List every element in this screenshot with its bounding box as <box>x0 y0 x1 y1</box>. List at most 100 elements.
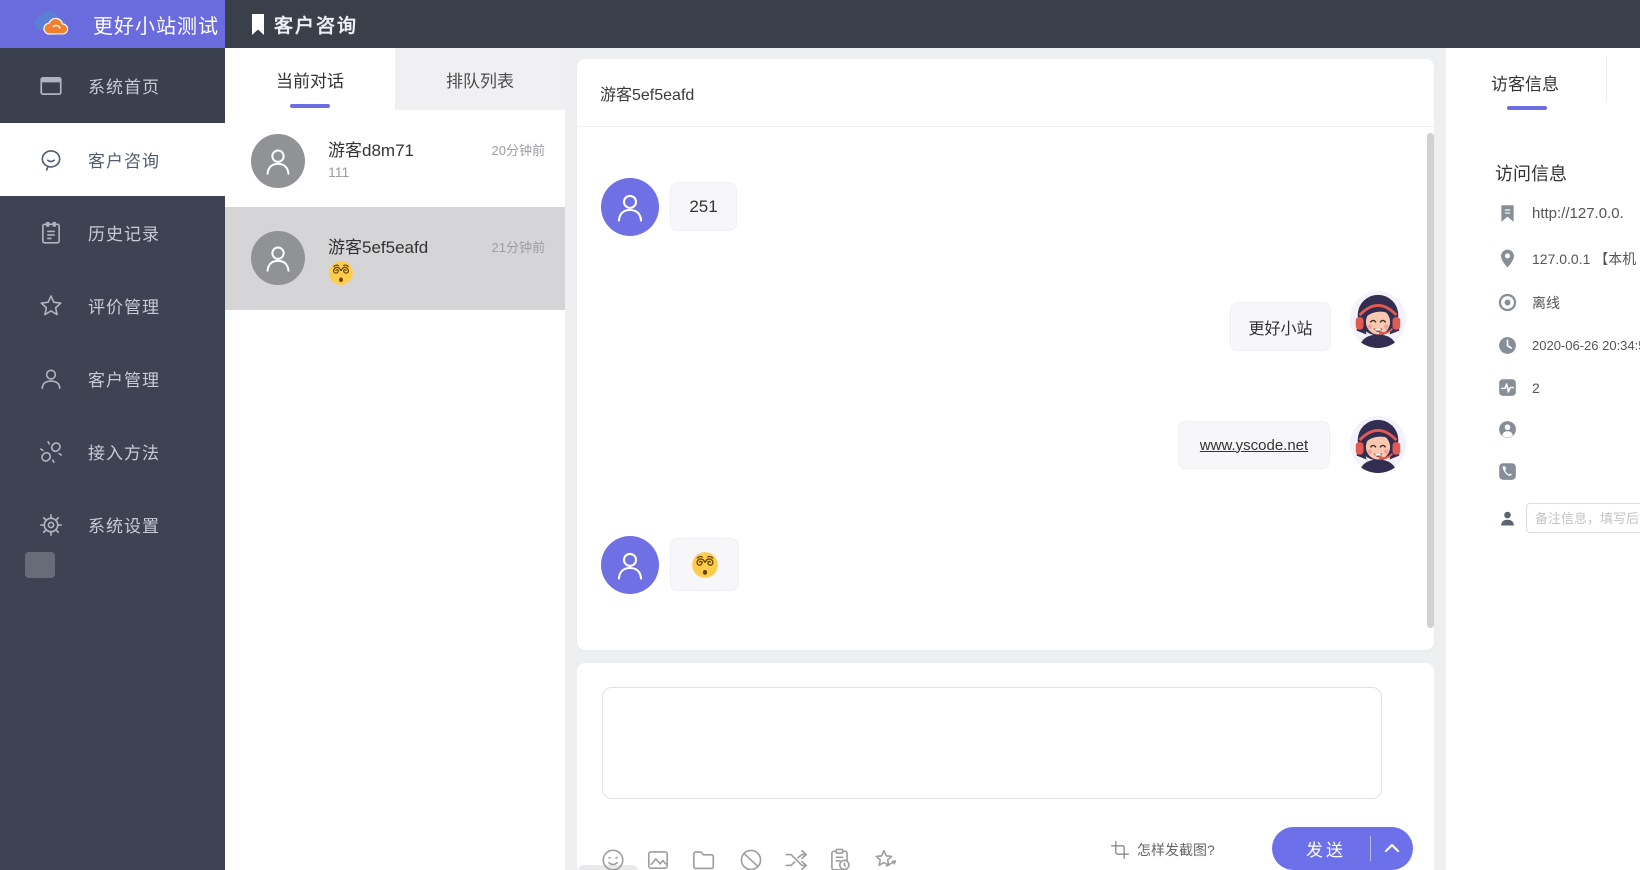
user-circle-icon <box>1497 419 1518 440</box>
chat-scrollbar[interactable] <box>1427 133 1434 628</box>
visit-info-row-url: http://127.0.0. <box>1497 203 1624 224</box>
crop-icon <box>1111 841 1129 859</box>
transfer-icon[interactable] <box>783 847 809 870</box>
send-button-label: 发送 <box>1306 841 1346 860</box>
app-logo-text: 更好小站测试 <box>93 15 219 38</box>
sidebar-item-label: 接入方法 <box>88 444 160 463</box>
star-icon <box>38 293 64 319</box>
visit-time-value: 2020-06-26 20:34:5 <box>1532 338 1640 353</box>
rate-icon[interactable] <box>872 847 898 870</box>
conversation-item[interactable]: 游客d8m71 20分钟前 111 <box>225 110 565 207</box>
conversation-time: 21分钟前 <box>491 240 545 255</box>
composer-card: 怎样发截图? 发送 <box>577 663 1434 870</box>
visitor-name: 游客d8m71 <box>328 141 414 160</box>
chevron-up-icon[interactable] <box>1382 841 1402 855</box>
chat-history-icon[interactable] <box>827 847 853 870</box>
message-input[interactable] <box>602 687 1382 799</box>
conversation-preview: 111 <box>328 164 350 180</box>
message-text: 更好小站 <box>1248 320 1313 338</box>
tab-queue-list[interactable]: 排队列表 <box>395 48 565 110</box>
visitor-info-panel: 访客信息 访问信息 http://127.0.0. 127.0.0.1 【本机 … <box>1446 48 1640 870</box>
visitor-message-avatar <box>601 536 659 594</box>
tab-current-conversations[interactable]: 当前对话 <box>225 48 395 110</box>
link-icon <box>38 439 64 465</box>
sidebar-item-customers[interactable]: 客户管理 <box>0 342 225 415</box>
location-icon <box>1497 248 1518 269</box>
message-bubble <box>670 538 739 591</box>
chat-bubble-icon <box>38 147 64 173</box>
emoji-icon[interactable] <box>600 847 626 870</box>
top-bar: 更好小站测试 客户咨询 <box>0 0 1640 48</box>
agent-avatar <box>1349 415 1407 473</box>
visitor-name: 游客5ef5eafd <box>328 238 429 257</box>
message-bubble: 更好小站 <box>1230 302 1331 351</box>
tab-label: 当前对话 <box>276 71 344 91</box>
message-bubble: www.yscode.net <box>1178 421 1330 469</box>
active-tab-underline <box>1507 106 1547 110</box>
dizzy-face-emoji <box>691 551 719 579</box>
image-icon[interactable] <box>645 847 671 870</box>
conversation-item-selected[interactable]: 游客5ef5eafd 21分钟前 <box>225 207 565 310</box>
logo-block: 更好小站测试 <box>0 0 225 48</box>
bookmark-icon <box>1497 203 1518 224</box>
visit-ip-value: 127.0.0.1 【本机 <box>1532 250 1637 267</box>
sidebar-item-integration[interactable]: 接入方法 <box>0 415 225 488</box>
message-text: 251 <box>689 196 718 216</box>
remark-input[interactable] <box>1526 503 1640 533</box>
tab-visitor-info[interactable]: 访客信息 <box>1491 70 1559 95</box>
bookmark-title-icon <box>252 13 264 35</box>
tab-label: 排队列表 <box>446 71 514 91</box>
remark-user-icon <box>1501 511 1514 525</box>
phone-icon <box>1497 461 1518 482</box>
user-icon <box>38 366 64 392</box>
sidebar-collapse-handle[interactable] <box>25 552 55 578</box>
visit-info-row-status: 离线 <box>1497 292 1560 313</box>
visit-info-row-phone <box>1497 461 1532 482</box>
gear-icon <box>38 512 64 538</box>
visit-info-row-visits: 2 <box>1497 377 1540 398</box>
chat-header: 游客5ef5eafd <box>577 59 1434 127</box>
visit-status-value: 离线 <box>1532 294 1560 311</box>
sidebar-item-label: 客户管理 <box>88 371 160 390</box>
visitor-message-avatar <box>601 178 659 236</box>
sidebar-item-history[interactable]: 历史记录 <box>0 196 225 269</box>
screenshot-hint[interactable]: 怎样发截图? <box>1110 840 1215 860</box>
sidebar-item-consult[interactable]: 客户咨询 <box>0 123 225 196</box>
screenshot-hint-text: 怎样发截图? <box>1137 842 1215 858</box>
visit-info-section-title: 访问信息 <box>1495 164 1567 184</box>
status-icon <box>1497 292 1518 313</box>
visit-info-row-user <box>1497 419 1532 440</box>
visitor-avatar <box>251 134 305 188</box>
send-button[interactable]: 发送 <box>1272 827 1413 870</box>
conversation-time: 20分钟前 <box>491 143 545 158</box>
active-tab-underline <box>290 104 330 108</box>
sidebar-item-label: 评价管理 <box>88 298 160 317</box>
dizzy-face-emoji <box>328 260 354 291</box>
tab-divider <box>1606 56 1607 102</box>
remark-row <box>1498 503 1640 533</box>
sidebar-item-label: 系统首页 <box>88 78 160 97</box>
sidebar-item-home[interactable]: 系统首页 <box>0 48 225 123</box>
visits-icon <box>1497 377 1518 398</box>
visit-info-row-ip: 127.0.0.1 【本机 <box>1497 248 1636 269</box>
history-clipboard-icon <box>38 220 64 246</box>
sidebar-item-settings[interactable]: 系统设置 <box>0 488 225 561</box>
message-link[interactable]: www.yscode.net <box>1200 437 1308 454</box>
chat-header-title: 游客5ef5eafd <box>600 86 695 104</box>
clock-icon <box>1497 335 1518 356</box>
visit-info-row-time: 2020-06-26 20:34:5 <box>1497 335 1640 356</box>
agent-avatar <box>1349 290 1407 348</box>
message-bubble: 251 <box>670 182 737 231</box>
sidebar-item-label: 客户咨询 <box>88 152 160 171</box>
sidebar: 系统首页 客户咨询 历史记录 评价管理 客户管理 接入方法 系统设置 <box>0 48 225 870</box>
visit-url-value: http://127.0.0. <box>1532 205 1624 222</box>
sidebar-item-label: 系统设置 <box>88 517 160 536</box>
sidebar-item-ratings[interactable]: 评价管理 <box>0 269 225 342</box>
visit-count-value: 2 <box>1532 379 1540 396</box>
home-window-icon <box>38 73 64 99</box>
cloud-logo-icon <box>34 10 69 35</box>
conversation-list-panel: 当前对话 排队列表 游客d8m71 20分钟前 111 游客5ef5eafd 2… <box>225 48 565 870</box>
page-title: 客户咨询 <box>274 15 359 37</box>
block-icon[interactable] <box>738 847 764 870</box>
folder-icon[interactable] <box>690 847 716 870</box>
